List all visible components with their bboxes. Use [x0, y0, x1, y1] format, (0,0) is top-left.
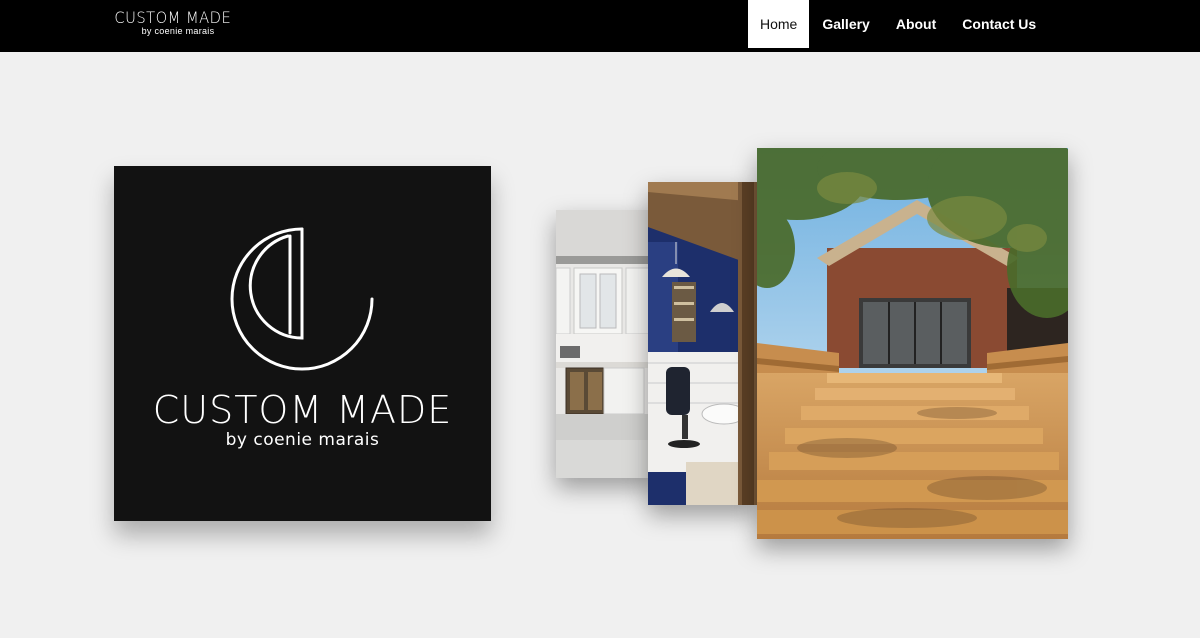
- logo-card: CUSTOM MADE by coenie marais: [114, 166, 491, 521]
- cm-monogram-icon: [230, 227, 374, 371]
- nav-about[interactable]: About: [883, 0, 949, 48]
- brand-logo[interactable]: CUSTOM MADE by coenie marais: [113, 9, 243, 36]
- top-navigation-bar: CUSTOM MADE by coenie marais Home Galler…: [0, 0, 1200, 52]
- brand-title: CUSTOM MADE: [114, 8, 232, 27]
- kitchen-photo[interactable]: [556, 210, 656, 478]
- nav-contact-us[interactable]: Contact Us: [949, 0, 1049, 48]
- main-nav: Home Gallery About Contact Us: [748, 0, 1049, 48]
- nav-gallery[interactable]: Gallery: [809, 0, 882, 48]
- brand-subtitle: by coenie marais: [141, 26, 215, 36]
- salon-photo[interactable]: [648, 182, 758, 505]
- nav-home[interactable]: Home: [748, 0, 810, 48]
- deck-photo[interactable]: [757, 148, 1068, 539]
- logo-subtitle: by coenie marais: [225, 430, 380, 450]
- logo-title: CUSTOM MADE: [152, 388, 453, 432]
